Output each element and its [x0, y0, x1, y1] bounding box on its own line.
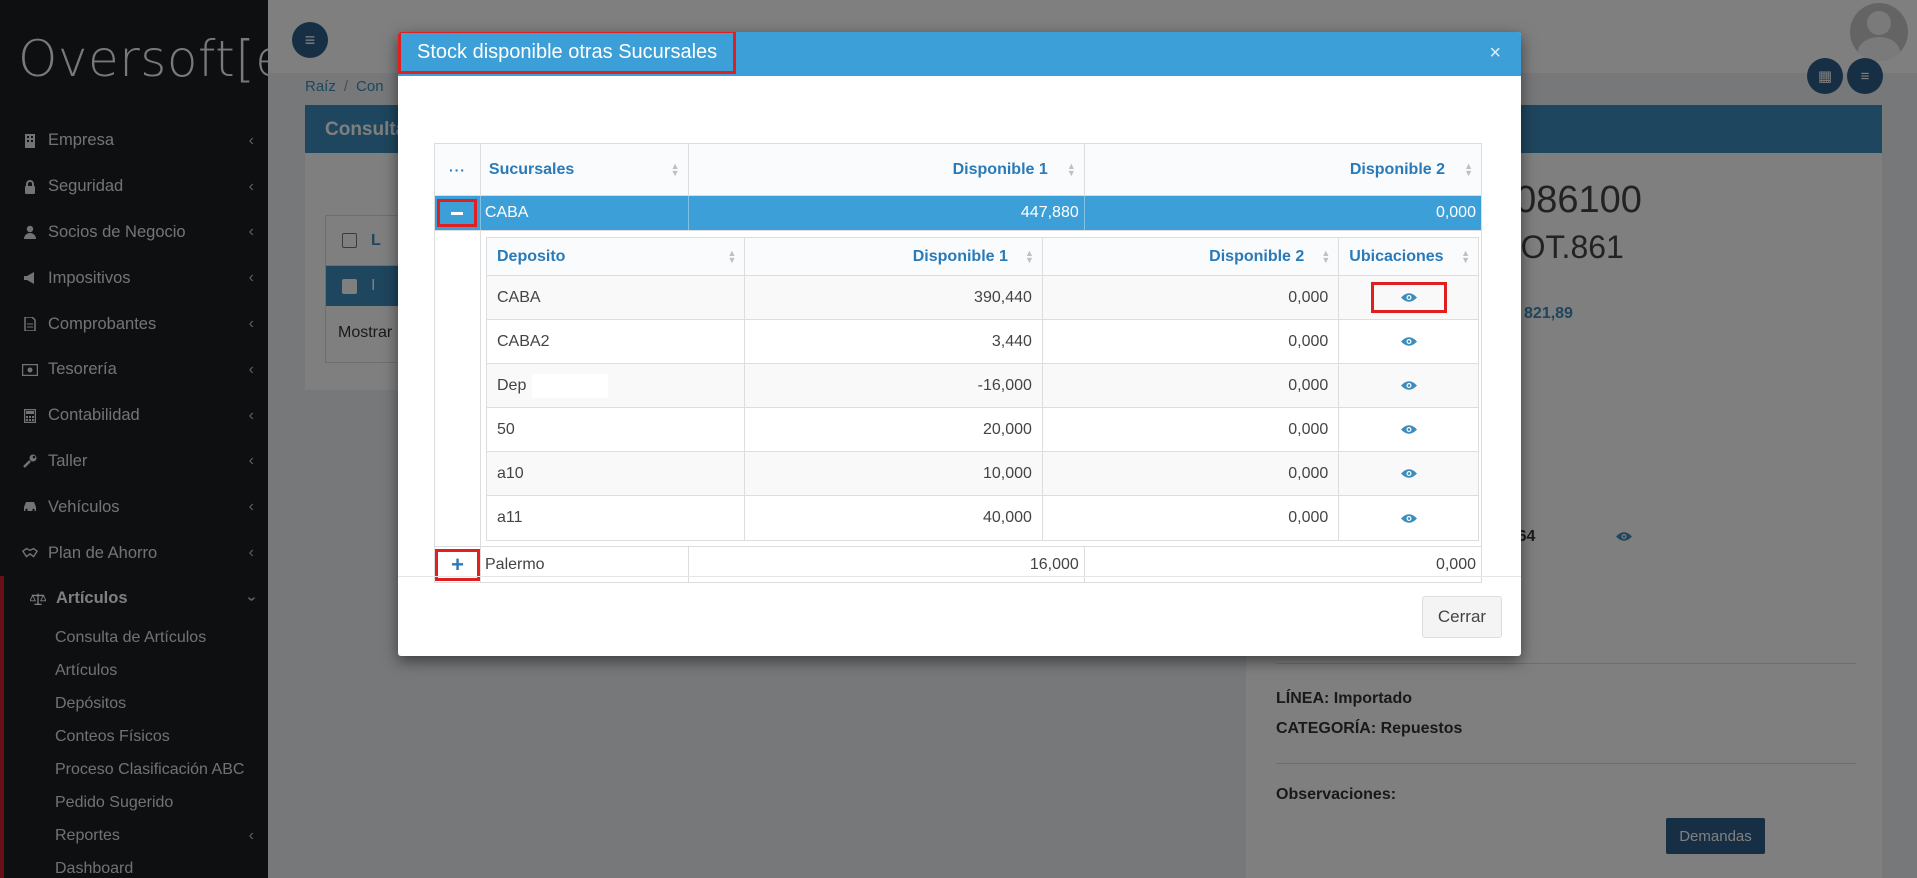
- cell-deposito: 50: [487, 408, 746, 451]
- cell-disponible1: 40,000: [745, 496, 1043, 540]
- column-header-disponible1[interactable]: Disponible 1 ▲ ▼: [689, 144, 1085, 195]
- sort-icon: ▲ ▼: [1066, 160, 1076, 178]
- cell-ubicaciones: [1339, 364, 1478, 407]
- column-label: Deposito: [497, 247, 566, 265]
- cell-disponible2: 0,000: [1043, 496, 1340, 540]
- cell-sucursal: CABA: [481, 196, 689, 230]
- cell-disponible2: 0,000: [1043, 408, 1340, 451]
- cell-ubicaciones: [1339, 276, 1478, 319]
- collapse-button[interactable]: [437, 199, 478, 227]
- eye-icon[interactable]: [1400, 336, 1417, 347]
- column-label: Disponible 1: [952, 160, 1048, 178]
- column-header-disponible1[interactable]: Disponible 1 ▲ ▼: [745, 238, 1043, 275]
- table-row[interactable]: Dep -16,000 0,000: [487, 364, 1478, 408]
- sort-icon: ▲ ▼: [727, 247, 737, 265]
- modal-title: Stock disponible otras Sucursales: [398, 32, 737, 74]
- cell-disponible1: 390,440: [745, 276, 1043, 319]
- table-row[interactable]: CABA2 3,440 0,000: [487, 320, 1478, 364]
- sort-icon: ▲ ▼: [1464, 160, 1473, 178]
- column-label: Sucursales: [488, 160, 575, 178]
- cell-deposito: CABA: [487, 276, 746, 319]
- column-label: Disponible 2: [1209, 247, 1305, 265]
- cell-ubicaciones: [1339, 408, 1478, 451]
- cell-disponible1: 20,000: [745, 408, 1043, 451]
- eye-icon[interactable]: [1370, 282, 1447, 313]
- cell-disponible2: 0,000: [1043, 364, 1340, 407]
- cell-deposito: a10: [487, 452, 746, 495]
- detail-gutter: [435, 231, 481, 546]
- sort-icon: ▲ ▼: [1461, 247, 1471, 265]
- cell-deposito: a11: [487, 496, 746, 540]
- cell-deposito: Dep: [487, 364, 746, 407]
- cell-deposito: CABA2: [487, 320, 746, 363]
- eye-icon[interactable]: [1400, 468, 1417, 479]
- close-icon[interactable]: ×: [1489, 42, 1501, 65]
- column-label: Disponible 2: [1349, 160, 1445, 178]
- eye-icon[interactable]: [1400, 380, 1417, 391]
- cell-disponible2: 0,000: [1043, 320, 1340, 363]
- table-row[interactable]: a11 40,000 0,000: [487, 496, 1478, 540]
- cell-disponible2: 0,000: [1435, 204, 1476, 221]
- table-row[interactable]: a10 10,000 0,000: [487, 452, 1478, 496]
- cell-disponible1: -16,000: [745, 364, 1043, 407]
- sort-icon: ▲ ▼: [1321, 247, 1331, 265]
- detail-row: Deposito ▲ ▼ Disponible 1 ▲ ▼ Disponible 2 ▲ ▼…: [435, 230, 1481, 546]
- masked-area: [532, 373, 609, 398]
- deposito-label: Dep: [497, 376, 527, 394]
- column-header-disponible2[interactable]: Disponible 2 ▲ ▼: [1043, 238, 1340, 275]
- modal-header: Stock disponible otras Sucursales ×: [398, 32, 1521, 76]
- table-row[interactable]: CABA 390,440 0,000: [487, 276, 1478, 320]
- cell-disponible1: 447,880: [689, 196, 1085, 230]
- cell-ubicaciones: [1339, 452, 1478, 495]
- sort-icon: ▲ ▼: [670, 160, 680, 178]
- cerrar-button[interactable]: Cerrar: [1422, 596, 1502, 638]
- eye-icon[interactable]: [1400, 513, 1417, 524]
- column-header-disponible2[interactable]: Disponible 2 ▲ ▼: [1085, 144, 1481, 195]
- sub-grid-header: Deposito ▲ ▼ Disponible 1 ▲ ▼ Disponible 2 ▲ ▼…: [487, 238, 1478, 276]
- table-row[interactable]: 50 20,000 0,000: [487, 408, 1478, 452]
- sort-icon: ▲ ▼: [1024, 247, 1034, 265]
- expander-cell: [435, 196, 481, 230]
- modal-footer: Cerrar: [398, 576, 1521, 656]
- column-label: Ubicaciones: [1349, 247, 1444, 265]
- column-header-deposito[interactable]: Deposito ▲ ▼: [487, 238, 746, 275]
- cell-disponible1: 10,000: [745, 452, 1043, 495]
- column-header-ubicaciones[interactable]: Ubicaciones ▲ ▼: [1339, 238, 1478, 275]
- column-options-icon[interactable]: ···: [435, 144, 481, 195]
- cell-ubicaciones: [1339, 320, 1478, 363]
- sucursales-grid: ··· Sucursales ▲ ▼ Disponible 1 ▲ ▼ Disponib…: [434, 143, 1482, 583]
- stock-modal: Stock disponible otras Sucursales × ··· …: [398, 32, 1521, 656]
- depositos-grid: Deposito ▲ ▼ Disponible 1 ▲ ▼ Disponible 2 ▲ ▼…: [486, 237, 1479, 541]
- modal-body: ··· Sucursales ▲ ▼ Disponible 1 ▲ ▼ Disponib…: [398, 76, 1521, 583]
- detail-area: Deposito ▲ ▼ Disponible 1 ▲ ▼ Disponible 2 ▲ ▼…: [481, 231, 1481, 546]
- cell-disponible2: 0,000: [1043, 276, 1340, 319]
- table-row[interactable]: CABA 447,880 0,000: [435, 196, 1481, 230]
- grid-header: ··· Sucursales ▲ ▼ Disponible 1 ▲ ▼ Disponib…: [435, 144, 1481, 196]
- cell-disponible2: 0,000: [1043, 452, 1340, 495]
- eye-icon[interactable]: [1400, 424, 1417, 435]
- column-label: Disponible 1: [912, 247, 1008, 265]
- cell-ubicaciones: [1339, 496, 1478, 540]
- column-header-sucursales[interactable]: Sucursales ▲ ▼: [481, 144, 689, 195]
- cell-disponible1: 3,440: [745, 320, 1043, 363]
- minus-icon: [443, 204, 472, 222]
- options-dots: ···: [448, 161, 466, 178]
